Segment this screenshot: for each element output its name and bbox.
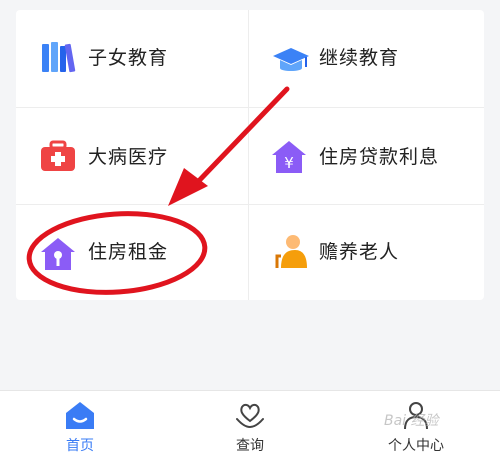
heart-hand-icon — [234, 399, 266, 431]
annotation-arrow-shaft — [189, 86, 290, 191]
tab-label: 个人中心 — [388, 438, 444, 454]
watermark: Bai 经验 — [384, 413, 439, 429]
home-icon — [64, 399, 96, 431]
tab-label: 查询 — [236, 438, 264, 454]
annotation-arrow-head — [168, 168, 208, 206]
tab-home[interactable]: 首页 — [20, 391, 140, 459]
tab-label: 首页 — [66, 438, 94, 454]
annotation-circle — [26, 211, 208, 295]
tab-query[interactable]: 查询 — [190, 391, 310, 459]
